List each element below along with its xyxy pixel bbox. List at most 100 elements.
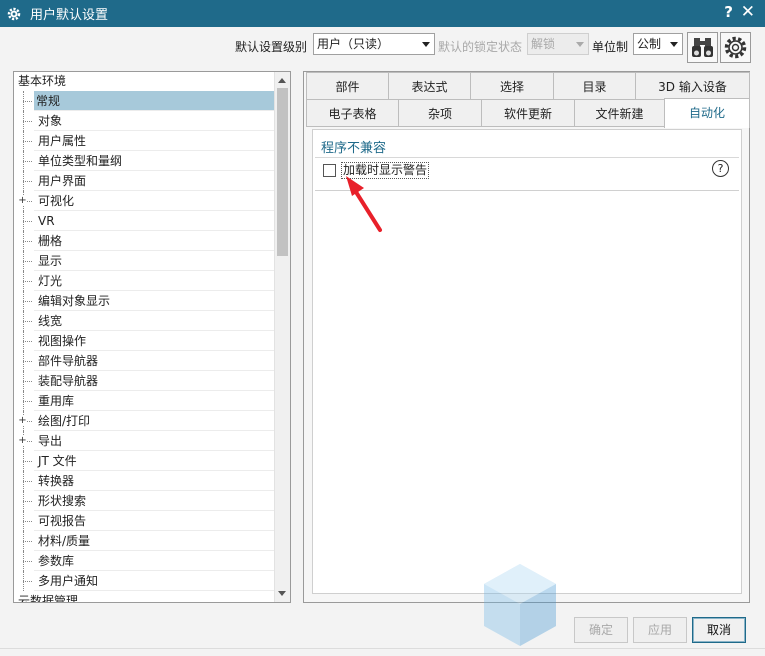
tree-item[interactable]: + 导出 (14, 431, 274, 451)
tree-item[interactable]: 单位类型和量纲 (14, 151, 274, 171)
tree-item[interactable]: 视图操作 (14, 331, 274, 351)
tree-item[interactable]: + 绘图/打印 (14, 411, 274, 431)
tree-item-label: 基本环境 (18, 74, 67, 88)
tree-connector (23, 451, 33, 471)
tree-item[interactable]: 显示 (14, 251, 274, 271)
tree-connector (23, 391, 33, 411)
tree-item[interactable]: 编辑对象显示 (14, 291, 274, 311)
tree-item[interactable]: 多用户通知 (14, 571, 274, 591)
tree-connector (23, 171, 33, 191)
chevron-down-icon (670, 42, 678, 47)
tree-connector (23, 91, 33, 111)
cancel-button[interactable]: 取消 (692, 617, 746, 643)
tree-item[interactable]: 部件导航器 (14, 351, 274, 371)
tree-item[interactable]: 常规 (14, 91, 274, 111)
tree-connector (23, 251, 33, 271)
tree-item-label: 多用户通知 (38, 574, 99, 588)
tree-item[interactable]: 可视报告 (14, 511, 274, 531)
tree-scrollbar[interactable] (274, 72, 290, 602)
unit-label: 单位制 (592, 40, 629, 54)
tree-item[interactable]: 灯光 (14, 271, 274, 291)
toolbar: 默认设置级别 用户（只读） 默认的锁定状态 解锁 单位制 公制 (0, 27, 765, 67)
tree-item-label: 常规 (34, 91, 274, 111)
close-button[interactable]: ✕ (741, 2, 755, 22)
tab-row1-1[interactable]: 表达式 (388, 72, 471, 100)
scroll-thumb[interactable] (277, 88, 288, 256)
tab-row2-3[interactable]: 文件新建 (574, 99, 665, 127)
tree-item-label: VR (38, 214, 55, 228)
tab-row2-2[interactable]: 软件更新 (481, 99, 575, 127)
unit-select[interactable]: 公制 (633, 33, 683, 55)
tree-item[interactable]: 装配导航器 (14, 371, 274, 391)
tree-connector (23, 571, 33, 591)
tree-item[interactable]: 基本环境 (14, 72, 274, 91)
unit-select-value: 公制 (637, 37, 662, 51)
tree-item-label: 装配导航器 (38, 374, 99, 388)
tree-connector (23, 511, 33, 531)
scroll-down-icon[interactable] (278, 591, 286, 596)
expand-icon[interactable]: + (18, 436, 27, 446)
tree-connector (23, 231, 33, 251)
tree-item[interactable]: 线宽 (14, 311, 274, 331)
level-select[interactable]: 用户（只读） (313, 33, 435, 55)
tree-connector (23, 491, 33, 511)
tree-item-label: 用户属性 (38, 134, 87, 148)
tree-connector (23, 111, 33, 131)
tree-connector (23, 371, 33, 391)
tree-item[interactable]: 转换器 (14, 471, 274, 491)
lock-select[interactable]: 解锁 (527, 33, 589, 55)
tree-item[interactable]: VR (14, 211, 274, 231)
tree-item[interactable]: + 可视化 (14, 191, 274, 211)
tree-item-label: 对象 (38, 114, 63, 128)
tree-item[interactable]: 用户界面 (14, 171, 274, 191)
help-button[interactable]: ? (724, 3, 733, 21)
settings-button[interactable] (720, 32, 751, 63)
tree-item[interactable]: 云数据管理 (14, 591, 274, 603)
tree-item-label: 重用库 (38, 394, 75, 408)
expand-icon[interactable]: + (18, 416, 27, 426)
tree-item[interactable]: 用户属性 (14, 131, 274, 151)
tree-item-label: 参数库 (38, 554, 75, 568)
tree-item-label: 显示 (38, 254, 63, 268)
tree-connector (23, 131, 33, 151)
tab-row1-3[interactable]: 目录 (553, 72, 636, 100)
tree-item-label: 形状搜索 (38, 494, 87, 508)
tab-row1-0[interactable]: 部件 (306, 72, 389, 100)
divider (315, 157, 739, 158)
tree-item[interactable]: 材料/质量 (14, 531, 274, 551)
tree-item-label: 视图操作 (38, 334, 87, 348)
tree-connector (23, 551, 33, 571)
tab-row1-4[interactable]: 3D 输入设备 (635, 72, 750, 100)
help-icon[interactable]: ? (712, 160, 729, 177)
ok-button[interactable]: 确定 (574, 617, 628, 643)
tree-item[interactable]: 参数库 (14, 551, 274, 571)
watermark-cube-icon (484, 564, 556, 646)
tree-item-label: 可视化 (38, 194, 75, 208)
tree-connector (23, 151, 33, 171)
tree-connector (23, 531, 33, 551)
find-button[interactable] (687, 32, 718, 63)
tree-item[interactable]: 形状搜索 (14, 491, 274, 511)
tree-item-label: 绘图/打印 (38, 414, 91, 428)
apply-button[interactable]: 应用 (633, 617, 687, 643)
show-warning-checkbox[interactable] (323, 164, 336, 177)
scroll-up-icon[interactable] (278, 78, 286, 83)
gear-icon (7, 7, 21, 20)
tree-connector (23, 271, 33, 291)
tree-connector (23, 351, 33, 371)
tree-item-label: 云数据管理 (18, 594, 79, 603)
tab-row2-1[interactable]: 杂项 (398, 99, 482, 127)
tab-row1-2[interactable]: 选择 (470, 72, 554, 100)
tree-item[interactable]: 对象 (14, 111, 274, 131)
tab-row2-0[interactable]: 电子表格 (306, 99, 399, 127)
group-title: 程序不兼容 (321, 141, 387, 156)
tree-item-label: JT 文件 (38, 454, 77, 468)
category-tree[interactable]: 基本环境常规对象用户属性单位类型和量纲 用户界面 + 可视化 VR 栅格显示灯光编辑对象显… (13, 71, 291, 603)
tree-connector (23, 211, 33, 231)
expand-icon[interactable]: + (18, 196, 27, 206)
tab-row2-4[interactable]: 自动化 (664, 98, 750, 128)
tree-item[interactable]: JT 文件 (14, 451, 274, 471)
tree-item-label: 灯光 (38, 274, 63, 288)
tree-item[interactable]: 重用库 (14, 391, 274, 411)
tree-item[interactable]: 栅格 (14, 231, 274, 251)
